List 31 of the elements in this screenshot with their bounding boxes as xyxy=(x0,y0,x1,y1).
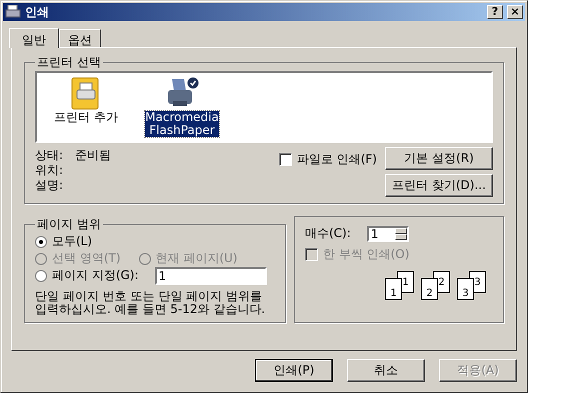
tab[interactable]: 옵션 xyxy=(59,29,101,47)
hint-text: 단일 페이지 번호 또는 단일 페이지 범위를 입력하십시오. 예를 들면 5-12와 같습니다. xyxy=(35,290,266,316)
checkbox-label[interactable]: 파일로 인쇄(F) xyxy=(296,151,377,168)
group-title: 프린터 선택 xyxy=(36,54,102,71)
close-button[interactable]: × xyxy=(507,5,523,19)
radio-button[interactable] xyxy=(35,236,47,248)
dialog-button[interactable]: 취소 xyxy=(347,359,425,382)
dialog-button[interactable]: 프린터 찾기(D)... xyxy=(385,174,493,197)
group-title: 페이지 범위 xyxy=(36,216,102,233)
status-label: 설명: xyxy=(35,177,64,192)
dialog-button[interactable]: 인쇄(P) xyxy=(255,359,333,382)
status-label: 위치: xyxy=(35,162,64,177)
pages-input[interactable]: 1 xyxy=(154,266,267,284)
dialog-button[interactable]: 기본 설정(R) xyxy=(385,147,493,170)
printer-label[interactable]: Macromedia FlashPaper xyxy=(145,111,219,137)
help-button[interactable]: ? xyxy=(487,5,503,19)
status-value: 준비됨 xyxy=(75,147,111,162)
printer-label[interactable]: 프린터 추가 xyxy=(54,111,118,124)
radio-label[interactable]: 페이지 지정(G): xyxy=(52,267,139,284)
printer-icon xyxy=(5,5,21,19)
copies-label: 매수(C): xyxy=(305,225,351,242)
copies-spinner[interactable]: 1 xyxy=(366,226,409,242)
checkbox[interactable] xyxy=(278,153,292,166)
page-sheet: 3 xyxy=(457,278,474,300)
page-sheet: 1 xyxy=(385,278,402,300)
tab[interactable]: 일반 xyxy=(9,28,59,48)
radio-button[interactable] xyxy=(35,270,47,282)
page-sheet: 2 xyxy=(421,278,438,300)
radio-label[interactable]: 모두(L) xyxy=(52,233,92,250)
window-title: 인쇄 xyxy=(25,4,50,20)
status-label: 상태: xyxy=(35,147,64,162)
